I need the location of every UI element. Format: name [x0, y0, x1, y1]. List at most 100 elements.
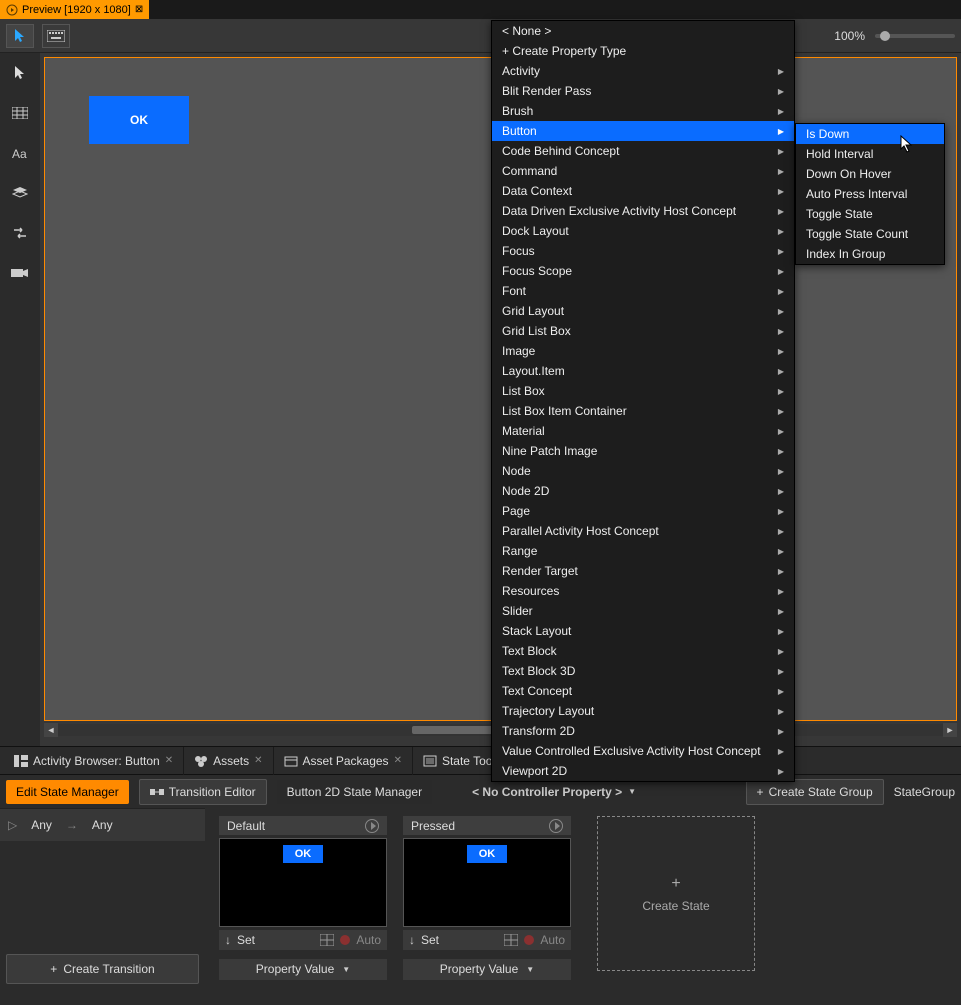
grid-icon[interactable] — [504, 934, 518, 946]
cursor-tool-button[interactable] — [6, 24, 34, 48]
exchange-tool[interactable] — [10, 223, 30, 243]
thumb-button: OK — [283, 845, 324, 863]
menu-item[interactable]: Nine Patch Image▶ — [492, 441, 794, 461]
create-state-group-button[interactable]: + Create State Group — [746, 779, 884, 805]
menu-item[interactable]: Stack Layout▶ — [492, 621, 794, 641]
property-value-dropdown[interactable]: Property Value▼ — [219, 959, 387, 980]
zoom-slider[interactable] — [875, 34, 955, 38]
tab-close-icon[interactable]: ⊠ — [135, 4, 143, 15]
chevron-right-icon: ▶ — [778, 207, 784, 216]
submenu-item[interactable]: Toggle State — [796, 204, 944, 224]
scroll-right-icon[interactable]: ► — [943, 723, 957, 737]
auto-label[interactable]: Auto — [356, 933, 381, 947]
down-arrow-icon[interactable]: ↓ — [225, 933, 231, 947]
menu-item[interactable]: Data Driven Exclusive Activity Host Conc… — [492, 201, 794, 221]
menu-item[interactable]: Activity▶ — [492, 61, 794, 81]
ok-button-preview[interactable]: OK — [89, 96, 189, 144]
down-arrow-icon[interactable]: ↓ — [409, 933, 415, 947]
zoom-slider-thumb[interactable] — [880, 31, 890, 41]
state-controls: ↓ Set Auto — [219, 930, 387, 949]
menu-item[interactable]: Node▶ — [492, 461, 794, 481]
menu-item[interactable]: List Box Item Container▶ — [492, 401, 794, 421]
create-transition-button[interactable]: + Create Transition — [6, 954, 199, 984]
keyboard-tool-button[interactable] — [42, 24, 70, 48]
submenu-item[interactable]: Toggle State Count — [796, 224, 944, 244]
camera-tool[interactable] — [10, 263, 30, 283]
grid-icon[interactable] — [320, 934, 334, 946]
create-state-button[interactable]: +Create State — [597, 816, 755, 971]
menu-item[interactable]: Dock Layout▶ — [492, 221, 794, 241]
submenu-item[interactable]: Index In Group — [796, 244, 944, 264]
edit-state-manager-button[interactable]: Edit State Manager — [6, 780, 129, 804]
menu-item[interactable]: Trajectory Layout▶ — [492, 701, 794, 721]
set-label[interactable]: Set — [237, 933, 255, 947]
menu-item[interactable]: Grid List Box▶ — [492, 321, 794, 341]
close-icon[interactable]: ✕ — [254, 755, 262, 766]
menu-item[interactable]: Text Concept▶ — [492, 681, 794, 701]
menu-item[interactable]: Resources▶ — [492, 581, 794, 601]
controller-property-dropdown[interactable]: < No Controller Property > ▼ — [472, 785, 636, 799]
tab-activity-browser[interactable]: Activity Browser: Button ✕ — [4, 747, 184, 775]
menu-item[interactable]: Transform 2D▶ — [492, 721, 794, 741]
record-icon[interactable] — [365, 819, 379, 833]
menu-item[interactable]: Text Block 3D▶ — [492, 661, 794, 681]
record-dot-icon[interactable] — [340, 935, 350, 945]
preview-tab[interactable]: Preview [1920 x 1080] ⊠ — [0, 0, 149, 19]
state-thumbnail[interactable]: OK — [403, 838, 571, 927]
menu-item[interactable]: List Box▶ — [492, 381, 794, 401]
state-toolbar: Edit State Manager Transition Editor But… — [0, 774, 961, 808]
submenu-item[interactable]: Hold Interval — [796, 144, 944, 164]
property-type-menu[interactable]: < None >+ Create Property TypeActivity▶B… — [491, 20, 795, 782]
close-icon[interactable]: ✕ — [165, 755, 173, 766]
record-icon[interactable] — [549, 819, 563, 833]
menu-item[interactable]: Node 2D▶ — [492, 481, 794, 501]
menu-item[interactable]: Brush▶ — [492, 101, 794, 121]
text-tool[interactable]: Aa — [10, 143, 30, 163]
menu-item[interactable]: Focus Scope▶ — [492, 261, 794, 281]
menu-item[interactable]: Layout.Item▶ — [492, 361, 794, 381]
layers-tool[interactable] — [10, 183, 30, 203]
menu-item[interactable]: < None > — [492, 21, 794, 41]
record-dot-icon[interactable] — [524, 935, 534, 945]
menu-item[interactable]: Blit Render Pass▶ — [492, 81, 794, 101]
menu-item[interactable]: Font▶ — [492, 281, 794, 301]
menu-item[interactable]: Viewport 2D▶ — [492, 761, 794, 781]
menu-item[interactable]: + Create Property Type — [492, 41, 794, 61]
state-manager-chip[interactable]: Button 2D State Manager — [277, 780, 432, 804]
submenu-item[interactable]: Down On Hover — [796, 164, 944, 184]
menu-item[interactable]: Code Behind Concept▶ — [492, 141, 794, 161]
menu-item[interactable]: Parallel Activity Host Concept▶ — [492, 521, 794, 541]
menu-item[interactable]: Render Target▶ — [492, 561, 794, 581]
close-icon[interactable]: ✕ — [394, 755, 402, 766]
menu-item[interactable]: Focus▶ — [492, 241, 794, 261]
menu-item[interactable]: Material▶ — [492, 421, 794, 441]
menu-item[interactable]: Range▶ — [492, 541, 794, 561]
set-label[interactable]: Set — [421, 933, 439, 947]
chevron-down-icon: ▼ — [628, 787, 636, 796]
submenu-item[interactable]: Is Down — [796, 124, 944, 144]
state-thumbnail[interactable]: OK — [219, 838, 387, 927]
property-value-dropdown[interactable]: Property Value▼ — [403, 959, 571, 980]
zoom-controls: 100% — [834, 29, 955, 43]
scroll-left-icon[interactable]: ◄ — [44, 723, 58, 737]
auto-label[interactable]: Auto — [540, 933, 565, 947]
play-icon[interactable]: ▷ — [8, 818, 17, 832]
menu-item[interactable]: Button▶ — [492, 121, 794, 141]
submenu-item[interactable]: Auto Press Interval — [796, 184, 944, 204]
menu-item[interactable]: Grid Layout▶ — [492, 301, 794, 321]
menu-item[interactable]: Image▶ — [492, 341, 794, 361]
button-submenu[interactable]: Is DownHold IntervalDown On HoverAuto Pr… — [795, 123, 945, 265]
grid-tool[interactable] — [10, 103, 30, 123]
transition-row[interactable]: ▷ Any → Any — [0, 808, 205, 841]
menu-item[interactable]: Data Context▶ — [492, 181, 794, 201]
menu-item[interactable]: Page▶ — [492, 501, 794, 521]
transition-editor-button[interactable]: Transition Editor — [139, 779, 267, 805]
menu-item[interactable]: Slider▶ — [492, 601, 794, 621]
menu-item[interactable]: Value Controlled Exclusive Activity Host… — [492, 741, 794, 761]
zoom-value: 100% — [834, 29, 865, 43]
tab-asset-packages[interactable]: Asset Packages ✕ — [274, 747, 413, 775]
tab-assets[interactable]: Assets ✕ — [184, 747, 273, 775]
pointer-tool[interactable] — [10, 63, 30, 83]
menu-item[interactable]: Command▶ — [492, 161, 794, 181]
menu-item[interactable]: Text Block▶ — [492, 641, 794, 661]
